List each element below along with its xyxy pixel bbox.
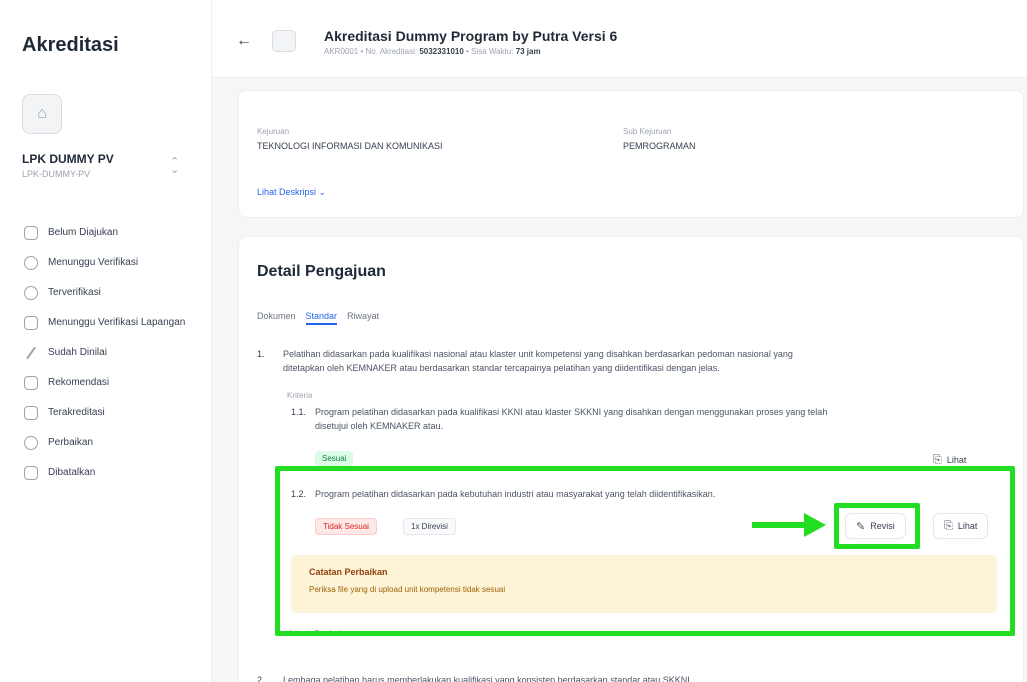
sidebar-item-terakreditasi[interactable]: Terakreditasi [16,398,202,428]
sidebar-item-label: Terverifikasi [48,287,101,298]
back-arrow-icon[interactable]: ← [236,32,252,50]
sidebar-item-terverifikasi[interactable]: Terverifikasi [16,278,202,308]
sidebar-item-label: Dibatalkan [48,467,96,478]
building-icon [24,376,38,390]
arrow-right-icon [804,513,826,537]
lihat-button-label: Lihat [946,455,967,465]
org-code: LPK-DUMMY-PV [22,169,91,179]
badge-icon [24,406,38,420]
detail-tabs: Dokumen Standar Riwayat [257,311,379,325]
sidebar: Akreditasi ⌂ LPK DUMMY PV LPK-DUMMY-PV ⌃… [0,0,212,682]
highlight-revisi-box [834,503,920,549]
org-name[interactable]: LPK DUMMY PV [22,152,114,166]
page-title: Akreditasi Dummy Program by Putra Versi … [324,28,618,44]
standard-number: 2. [257,675,265,682]
sidebar-item-belum-diajukan[interactable]: Belum Diajukan [16,218,202,248]
standard-number: 1. [257,349,265,359]
file-icon [24,226,38,240]
standard-text-line1: Pelatihan didasarkan pada kualifikasi na… [283,349,793,359]
meta-prefix: AKR0001 • No. Akreditasi: [324,47,418,56]
sub-kejuruan-label: Sub Kejuruan [623,127,672,136]
standard-text: Lembaga pelatihan harus memberlakukan ku… [283,675,693,682]
sidebar-item-label: Perbaikan [48,437,94,448]
arrow-shaft [752,522,806,528]
sidebar-item-label: Rekomendasi [48,377,110,388]
status-badge: Sesuai [315,451,354,466]
org-logo-icon: ⌂ [22,94,62,134]
check-circle-icon [24,286,38,300]
sidebar-item-menunggu-verifikasi[interactable]: Menunggu Verifikasi [16,248,202,278]
criterion-text-line2: disetujui oleh KEMNAKER atau. [315,421,444,431]
criteria-label: Kriteria [287,391,313,400]
section-title: Detail Pengajuan [257,263,386,280]
sidebar-item-label: Menunggu Verifikasi Lapangan [48,317,186,328]
document-icon: ⎘ [933,453,942,466]
criterion-number: 1.1. [291,407,307,417]
sidebar-item-dibatalkan[interactable]: Dibatalkan [16,458,202,488]
sidebar-item-label: Menunggu Verifikasi [48,257,139,268]
page-subtitle: AKR0001 • No. Akreditasi: 5032331010 • S… [324,47,541,56]
program-icon [272,30,296,52]
sidebar-item-sudah-dinilai[interactable]: Sudah Dinilai [16,338,202,368]
sidebar-nav: Belum Diajukan Menunggu Verifikasi Terve… [16,218,202,488]
standard-text-line2: ditetapkan oleh KEMNAKER atau berdasarka… [283,363,720,373]
criterion-text-line1: Program pelatihan didasarkan pada kualif… [315,407,828,417]
lihat-deskripsi-link[interactable]: Lihat Deskripsi ⌄ [257,187,326,198]
kejuruan-label: Kejuruan [257,127,290,136]
sidebar-item-label: Sudah Dinilai [48,347,107,358]
program-info-card: Kejuruan TEKNOLOGI INFORMASI DAN KOMUNIK… [238,90,1024,218]
sidebar-item-perbaikan[interactable]: Perbaikan [16,428,202,458]
pen-icon [24,346,38,360]
clipboard-icon [24,466,38,480]
sidebar-item-rekomendasi[interactable]: Rekomendasi [16,368,202,398]
highlight-box [275,466,1015,636]
sidebar-item-menunggu-verifikasi-lapangan[interactable]: Menunggu Verifikasi Lapangan [16,308,202,338]
app-title: Akreditasi [22,34,119,56]
tab-dokumen[interactable]: Dokumen [257,311,296,325]
meta-time: 73 jam [515,47,541,56]
map-icon [24,316,38,330]
tab-riwayat[interactable]: Riwayat [347,311,379,325]
tab-standar[interactable]: Standar [305,311,338,325]
sidebar-item-label: Belum Diajukan [48,227,119,238]
clock-icon [24,436,38,450]
meta-number: 5032331010 [419,47,464,56]
sub-kejuruan-value: PEMROGRAMAN [623,141,696,151]
meta-mid: • Sisa Waktu: [463,47,514,56]
sidebar-item-label: Terakreditasi [48,407,105,418]
kejuruan-value: TEKNOLOGI INFORMASI DAN KOMUNIKASI [257,141,443,151]
org-switch-icon[interactable]: ⌃ ⌄ [170,157,179,176]
clock-icon [24,256,38,270]
